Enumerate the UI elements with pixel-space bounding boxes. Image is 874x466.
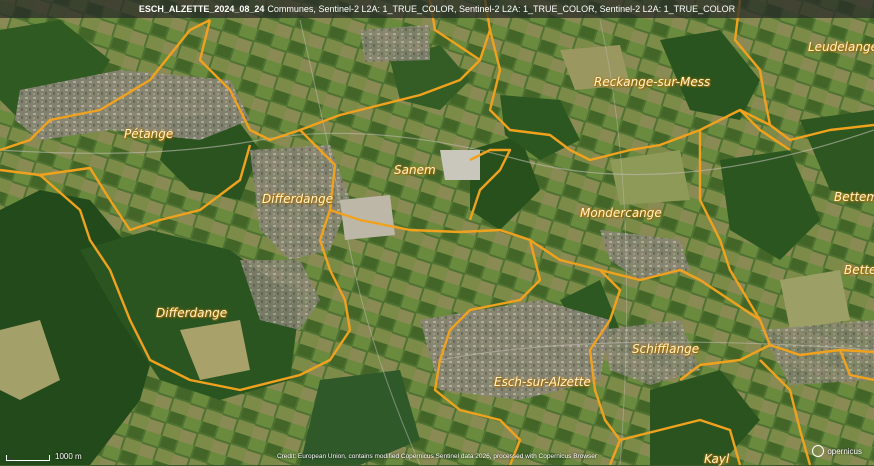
commune-label-sanem: Sanem <box>394 163 436 177</box>
commune-label-differdange-north: Differdange <box>262 192 334 206</box>
commune-label-esch-sur-alzette: Esch-sur-Alzette <box>494 375 591 389</box>
copernicus-logo-icon <box>812 445 825 457</box>
map-title-bar: ESCH_ALZETTE_2024_08_24 Communes, Sentin… <box>0 0 874 18</box>
commune-label-schifflange: Schifflange <box>632 342 700 356</box>
commune-label-leudelange: Leudelange <box>808 40 874 54</box>
copernicus-logo: opernicus <box>812 445 862 457</box>
land-cover <box>0 0 874 465</box>
commune-label-differdange-south: Differdange <box>156 306 228 320</box>
attribution-credit: Credit: European Union, contains modifie… <box>276 453 598 460</box>
copernicus-logo-text: opernicus <box>827 446 862 456</box>
commune-label-bettembourg: Bettem <box>834 190 874 204</box>
commune-label-reckange-sur-mess: Reckange-sur-Mess <box>594 75 711 89</box>
satellite-map[interactable] <box>0 0 874 465</box>
commune-label-bettembourg-2: Bette <box>844 263 874 277</box>
layer-list: Communes, Sentinel-2 L2A: 1_TRUE_COLOR, … <box>267 4 736 14</box>
map-title: ESCH_ALZETTE_2024_08_24 <box>138 4 265 14</box>
commune-label-mondercange: Mondercange <box>580 206 662 220</box>
commune-label-petange: Pétange <box>124 127 174 141</box>
